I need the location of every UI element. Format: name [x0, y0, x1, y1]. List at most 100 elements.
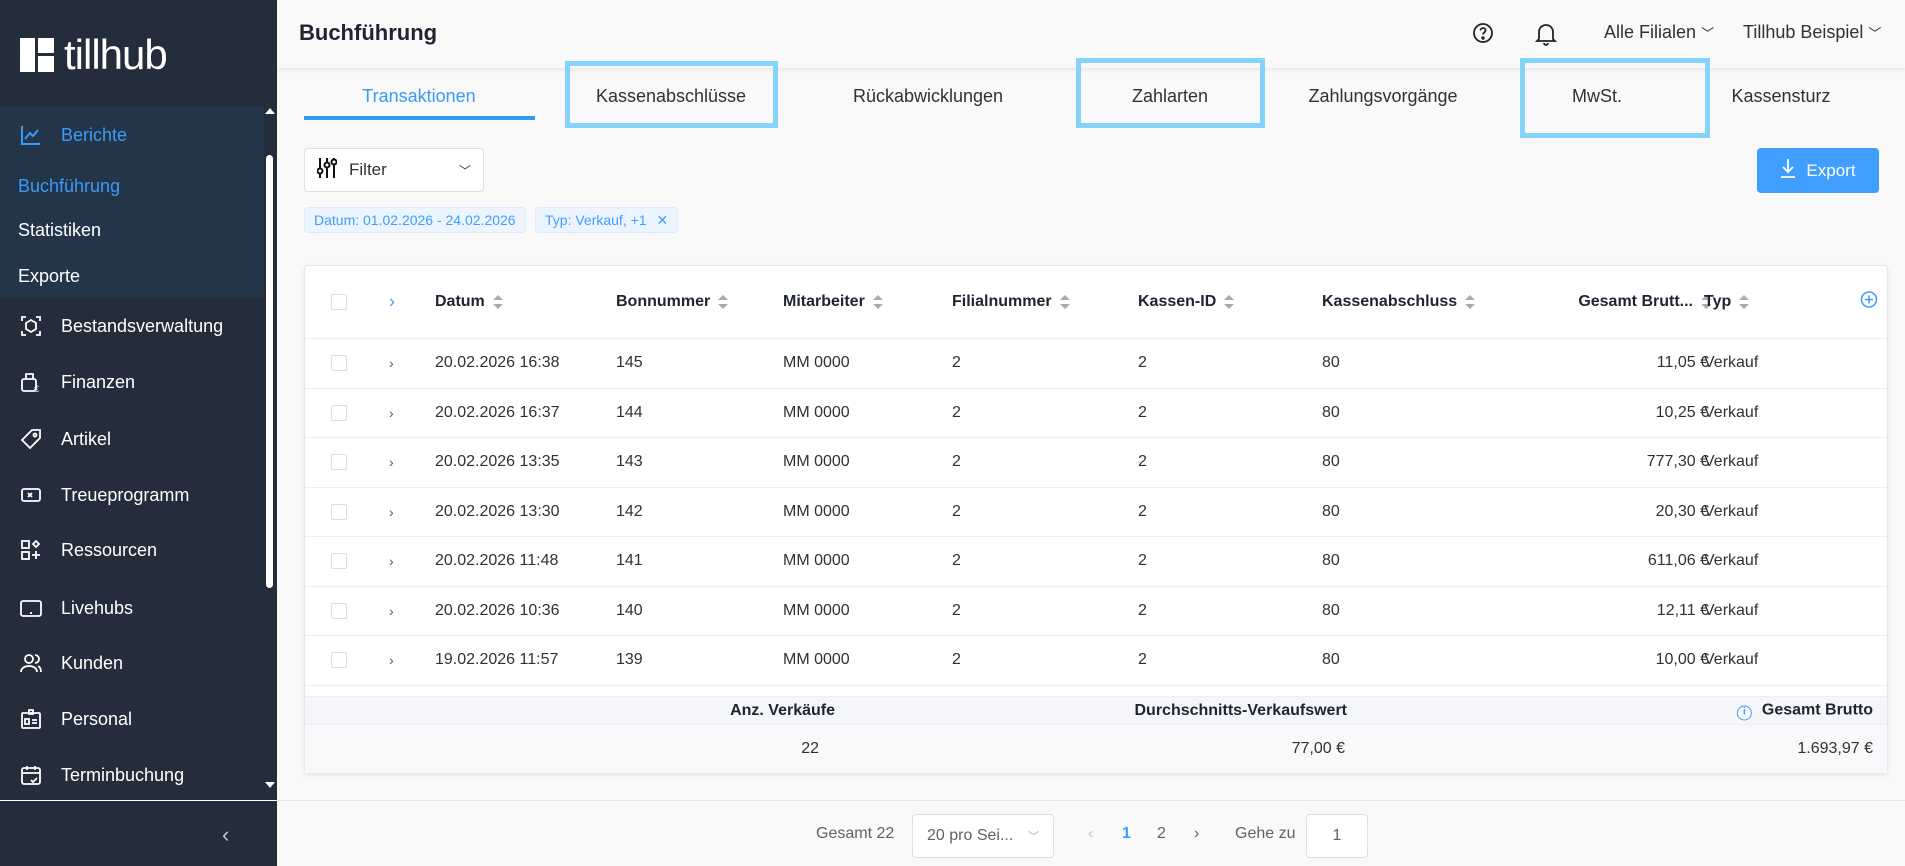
table-row[interactable]: › 20.02.2026 13:35 143 MM 0000 2 2 80 777,30 € V… [305, 438, 1887, 488]
scroll-down-arrow-icon[interactable] [265, 782, 275, 788]
column-header-label: Datum [435, 293, 485, 310]
expand-row-icon[interactable]: › [389, 652, 394, 668]
tab-zahlungsvorgaenge[interactable]: Zahlungsvorgänge [1308, 86, 1457, 107]
table-cell: 80 [1322, 354, 1340, 372]
filter-dropdown[interactable]: Filter ﹀ [304, 148, 484, 192]
sort-icon[interactable] [1465, 294, 1476, 309]
tab-kassenabschluesse[interactable]: Kassenabschlüsse [596, 86, 746, 107]
cash-register-euro-icon: € [19, 370, 43, 394]
row-checkbox[interactable] [331, 652, 347, 669]
row-checkbox[interactable] [331, 355, 347, 372]
table-row[interactable]: › 19.02.2026 11:57 139 MM 0000 2 2 80 10,00 € Ve… [305, 636, 1887, 686]
page-size-select[interactable]: 20 pro Sei... ﹀ [912, 814, 1054, 858]
filter-chip-type[interactable]: Typ: Verkauf, +1 ✕ [535, 207, 679, 233]
sidebar-item-artikel[interactable]: Artikel [0, 419, 264, 459]
tab-transaktionen[interactable]: Transaktionen [362, 86, 475, 107]
column-header-label: Kassen-ID [1138, 293, 1217, 310]
row-checkbox[interactable] [331, 602, 347, 619]
sidebar-item-livehubs[interactable]: Livehubs [0, 588, 264, 628]
help-icon[interactable] [1472, 22, 1494, 49]
account-select[interactable]: Tillhub Beispiel ﹀ [1743, 22, 1881, 43]
sidebar-item-finanzen[interactable]: € Finanzen [0, 362, 264, 402]
page-1-button[interactable]: 1 [1122, 825, 1131, 843]
table-cell: 80 [1322, 601, 1340, 619]
table-cell: 2 [1138, 354, 1147, 372]
table-row[interactable]: › 20.02.2026 13:30 142 MM 0000 2 2 80 20,30 € Ve… [305, 488, 1887, 537]
table-row[interactable]: › 20.02.2026 16:37 144 MM 0000 2 2 80 10,25 € Ve… [305, 389, 1887, 438]
table-row[interactable]: › 20.02.2026 10:36 140 MM 0000 2 2 80 12,11 € Ve… [305, 587, 1887, 636]
row-checkbox[interactable] [331, 553, 347, 570]
tab-kassensturz[interactable]: Kassensturz [1731, 86, 1830, 107]
row-checkbox[interactable] [331, 404, 347, 421]
sort-icon[interactable] [1059, 294, 1070, 309]
table-row[interactable]: › 20.02.2026 16:38 145 MM 0000 2 2 80 11,05 € Ve… [305, 339, 1887, 389]
summary-total-text: Gesamt Brutto [1761, 701, 1873, 718]
table-cell: 2 [1138, 552, 1147, 570]
expand-row-icon[interactable]: › [389, 454, 394, 470]
sidebar-subitem-buchfuehrung[interactable]: Buchführung [18, 171, 120, 201]
column-header-mitarbeiter[interactable]: Mitarbeiter [783, 293, 883, 311]
add-column-icon[interactable] [1860, 291, 1878, 314]
select-all-checkbox[interactable] [331, 294, 347, 310]
divider [0, 800, 277, 801]
sidebar-item-treueprogramm[interactable]: Treueprogramm [0, 475, 264, 515]
column-header-datum[interactable]: Datum [435, 293, 503, 311]
sidebar-item-berichte[interactable]: Berichte [0, 115, 264, 155]
sidebar-item-terminbuchung[interactable]: Terminbuchung [0, 755, 264, 795]
sidebar-item-personal[interactable]: Personal [0, 699, 264, 739]
sidebar-subitem-statistiken[interactable]: Statistiken [18, 215, 101, 245]
row-checkbox[interactable] [331, 454, 347, 471]
pagination-bar: Gesamt 22 20 pro Sei... ﹀ ‹ 1 2 › Gehe z… [277, 800, 1905, 866]
collapse-sidebar-icon[interactable]: ‹ [222, 822, 229, 848]
export-button[interactable]: Export [1757, 148, 1879, 193]
table-cell: 10,25 € [1655, 403, 1709, 421]
sidebar-scrollbar[interactable] [266, 155, 273, 588]
expand-row-icon[interactable]: › [389, 603, 394, 619]
table-cell: 139 [616, 651, 643, 669]
column-header-bonnummer[interactable]: Bonnummer [616, 293, 729, 311]
info-icon[interactable]: i [1736, 705, 1752, 720]
expand-row-icon[interactable]: › [389, 553, 394, 569]
tab-mwst[interactable]: MwSt. [1572, 86, 1622, 107]
expand-all-icon[interactable]: › [389, 292, 395, 313]
goto-page-value: 1 [1332, 827, 1342, 844]
table-cell: 80 [1322, 651, 1340, 669]
next-page-button[interactable]: › [1194, 825, 1199, 843]
sort-icon[interactable] [718, 294, 729, 309]
sort-icon[interactable] [1224, 294, 1235, 309]
table-row[interactable]: › 20.02.2026 11:48 141 MM 0000 2 2 80 611,06 € V… [305, 537, 1887, 587]
tab-rueckabwicklungen[interactable]: Rückabwicklungen [853, 86, 1003, 107]
column-header-typ[interactable]: Typ [1704, 293, 1750, 311]
filter-chip-date[interactable]: Datum: 01.02.2026 - 24.02.2026 [304, 207, 526, 233]
logo[interactable]: tillhub [20, 34, 168, 76]
column-header-kassen-id[interactable]: Kassen-ID [1138, 293, 1235, 311]
bell-icon[interactable] [1534, 22, 1558, 51]
sidebar-item-bestandsverwaltung[interactable]: Bestandsverwaltung [0, 306, 264, 346]
prev-page-button[interactable]: ‹ [1088, 825, 1093, 843]
scroll-up-arrow-icon[interactable] [265, 108, 275, 114]
page-2-button[interactable]: 2 [1157, 825, 1166, 843]
row-checkbox[interactable] [331, 503, 347, 520]
sidebar-item-kunden[interactable]: Kunden [0, 643, 264, 683]
sidebar-subitem-exporte[interactable]: Exporte [18, 261, 80, 291]
expand-row-icon[interactable]: › [389, 504, 394, 520]
chip-label: Typ: Verkauf, +1 [545, 212, 647, 228]
sort-icon[interactable] [1739, 294, 1750, 309]
column-header-kassenabschluss[interactable]: Kassenabschluss [1322, 293, 1476, 311]
summary-total-value: 1.693,97 € [1797, 740, 1873, 757]
branch-select[interactable]: Alle Filialen ﹀ [1604, 22, 1714, 43]
close-icon[interactable]: ✕ [656, 212, 668, 228]
pagination-total: Gesamt 22 [816, 824, 895, 842]
gift-card-icon [19, 483, 43, 507]
sort-icon[interactable] [872, 294, 883, 309]
column-header-label: Filialnummer [952, 293, 1052, 310]
sidebar-item-ressourcen[interactable]: Ressourcen [0, 530, 264, 570]
expand-row-icon[interactable]: › [389, 355, 394, 371]
tab-zahlarten[interactable]: Zahlarten [1132, 86, 1208, 107]
column-header-gesamt-brutt[interactable]: Gesamt Brutt... [1578, 293, 1711, 311]
expand-row-icon[interactable]: › [389, 405, 394, 421]
sort-icon[interactable] [492, 294, 503, 309]
calendar-check-icon [19, 763, 43, 787]
goto-page-input[interactable]: 1 [1306, 814, 1368, 858]
column-header-filialnummer[interactable]: Filialnummer [952, 293, 1070, 311]
